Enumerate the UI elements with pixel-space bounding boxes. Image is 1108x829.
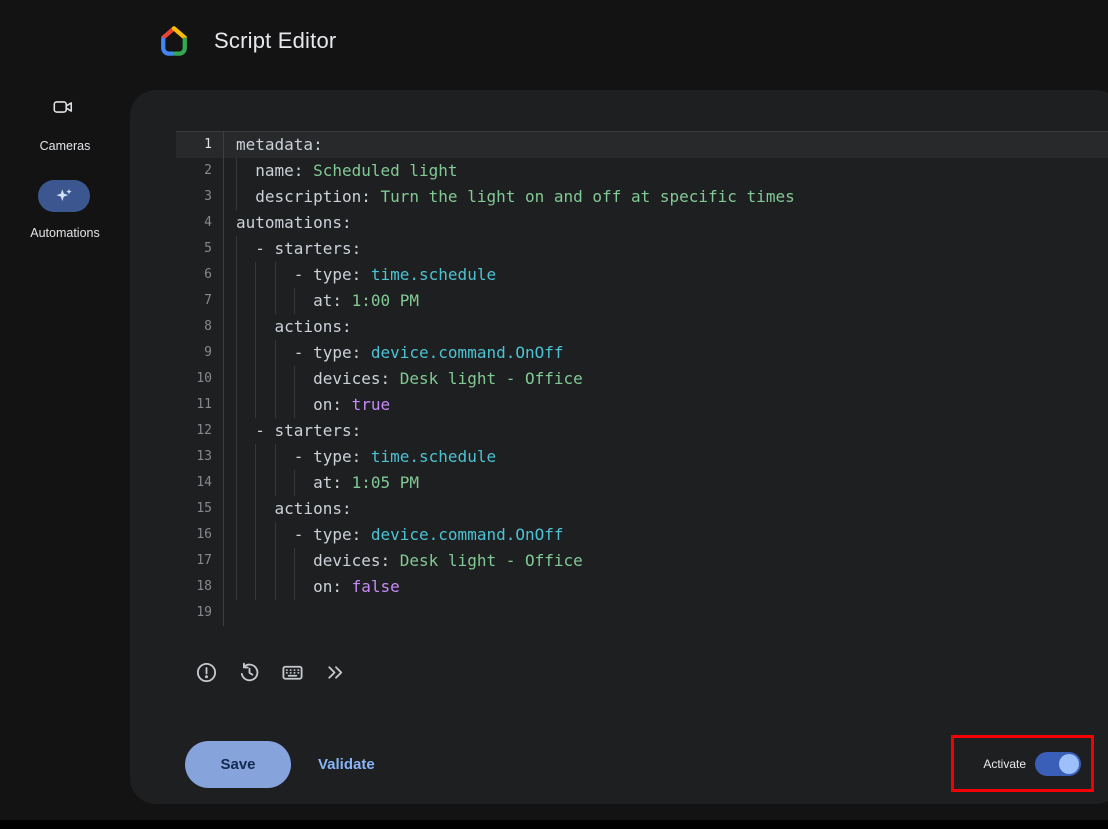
code-text: on: true (223, 392, 1108, 418)
code-text: on: false (223, 574, 1108, 600)
code-line[interactable]: 2 name: Scheduled light (176, 158, 1108, 184)
code-line[interactable]: 6 - type: time.schedule (176, 262, 1108, 288)
code-text: automations: (223, 210, 1108, 236)
code-line[interactable]: 19 (176, 600, 1108, 626)
bottom-bar (0, 820, 1108, 829)
code-line[interactable]: 11 on: true (176, 392, 1108, 418)
code-lines: 1metadata:2 name: Scheduled light3 descr… (176, 132, 1108, 626)
videocam-icon (52, 96, 74, 118)
script-editor-page: Script Editor Cameras Automations 1metad… (0, 0, 1108, 829)
sparkle-icon (54, 186, 74, 206)
sidebar-item-label: Cameras (0, 139, 130, 153)
validate-button[interactable]: Validate (318, 741, 375, 788)
line-number: 7 (176, 288, 223, 314)
line-number: 12 (176, 418, 223, 444)
code-text: - type: device.command.OnOff (223, 340, 1108, 366)
code-line[interactable]: 4automations: (176, 210, 1108, 236)
double-chevron-right-icon (324, 661, 347, 684)
line-number: 10 (176, 366, 223, 392)
automations-active-pill[interactable] (38, 180, 90, 212)
problems-icon (195, 661, 218, 684)
code-line[interactable]: 12 - starters: (176, 418, 1108, 444)
line-number: 1 (176, 132, 223, 158)
line-number: 14 (176, 470, 223, 496)
code-line[interactable]: 14 at: 1:05 PM (176, 470, 1108, 496)
page-title: Script Editor (214, 28, 336, 54)
line-number: 11 (176, 392, 223, 418)
line-number: 3 (176, 184, 223, 210)
history-button[interactable] (237, 660, 261, 684)
code-text: - type: time.schedule (223, 262, 1108, 288)
code-line[interactable]: 5 - starters: (176, 236, 1108, 262)
keyboard-icon (281, 661, 304, 684)
code-line[interactable]: 3 description: Turn the light on and off… (176, 184, 1108, 210)
code-text: - type: time.schedule (223, 444, 1108, 470)
line-number: 2 (176, 158, 223, 184)
code-text: devices: Desk light - Office (223, 548, 1108, 574)
code-text (223, 600, 1108, 626)
code-text: - starters: (223, 236, 1108, 262)
line-number: 4 (176, 210, 223, 236)
editor-toolbar (194, 660, 347, 684)
code-text: - type: device.command.OnOff (223, 522, 1108, 548)
keyboard-button[interactable] (280, 660, 304, 684)
code-line[interactable]: 7 at: 1:00 PM (176, 288, 1108, 314)
save-button[interactable]: Save (185, 741, 291, 788)
code-text: at: 1:00 PM (223, 288, 1108, 314)
line-number: 6 (176, 262, 223, 288)
google-home-logo-icon[interactable] (158, 25, 190, 57)
problems-button[interactable] (194, 660, 218, 684)
code-line[interactable]: 9 - type: device.command.OnOff (176, 340, 1108, 366)
expand-button[interactable] (323, 660, 347, 684)
code-text: at: 1:05 PM (223, 470, 1108, 496)
activate-toggle[interactable] (1035, 752, 1081, 776)
line-number: 8 (176, 314, 223, 340)
code-text: actions: (223, 314, 1108, 340)
sidebar-item-label: Automations (0, 226, 130, 240)
code-line[interactable]: 16 - type: device.command.OnOff (176, 522, 1108, 548)
line-number: 16 (176, 522, 223, 548)
activate-label: Activate (983, 757, 1026, 771)
code-text: name: Scheduled light (223, 158, 1108, 184)
line-number: 9 (176, 340, 223, 366)
activate-highlight-annotation: Activate (951, 735, 1094, 792)
code-text: - starters: (223, 418, 1108, 444)
code-text: metadata: (223, 132, 1108, 158)
line-number: 17 (176, 548, 223, 574)
code-line[interactable]: 15 actions: (176, 496, 1108, 522)
line-number: 13 (176, 444, 223, 470)
code-line[interactable]: 17 devices: Desk light - Office (176, 548, 1108, 574)
code-text: actions: (223, 496, 1108, 522)
history-icon (238, 661, 261, 684)
line-number: 19 (176, 600, 223, 626)
code-line[interactable]: 10 devices: Desk light - Office (176, 366, 1108, 392)
code-line[interactable]: 1metadata: (176, 132, 1108, 158)
code-text: devices: Desk light - Office (223, 366, 1108, 392)
line-number: 15 (176, 496, 223, 522)
line-number: 18 (176, 574, 223, 600)
code-text: description: Turn the light on and off a… (223, 184, 1108, 210)
line-number: 5 (176, 236, 223, 262)
code-editor[interactable]: 1metadata:2 name: Scheduled light3 descr… (176, 132, 1108, 626)
code-line[interactable]: 18 on: false (176, 574, 1108, 600)
code-line[interactable]: 13 - type: time.schedule (176, 444, 1108, 470)
toggle-knob (1059, 754, 1079, 774)
code-line[interactable]: 8 actions: (176, 314, 1108, 340)
